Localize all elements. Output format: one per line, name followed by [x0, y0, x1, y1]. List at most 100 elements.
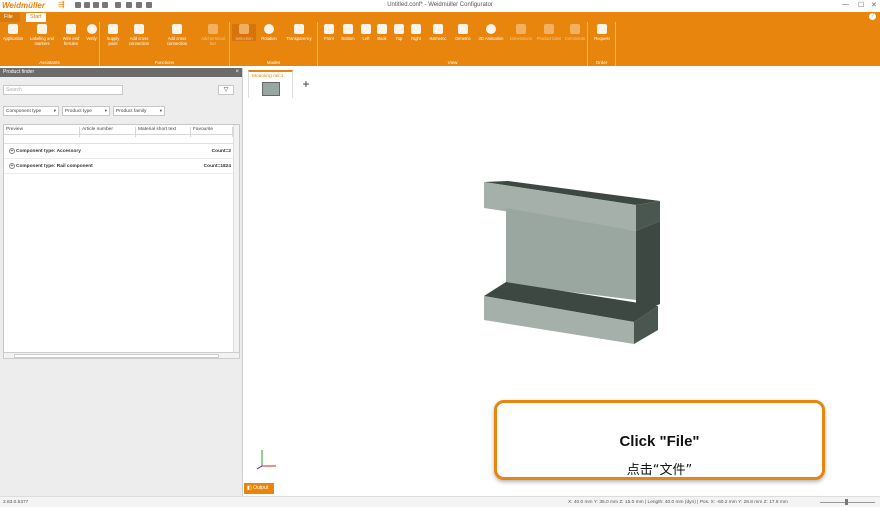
expand-icon[interactable]: +	[9, 148, 15, 154]
wand-icon	[8, 24, 18, 34]
rotation-mode-button[interactable]: Rotation	[258, 24, 280, 41]
view-front-button[interactable]: Front	[320, 24, 338, 41]
tutorial-callout: Click "File" 点击“文件”	[494, 400, 825, 480]
label-icon	[544, 24, 554, 34]
scroll-thumb[interactable]	[14, 354, 219, 358]
add-cross-connection-button[interactable]: Add cross connection	[124, 24, 154, 46]
panel-close-icon[interactable]: ×	[235, 69, 239, 75]
cursor-icon	[239, 24, 249, 34]
table-row[interactable]: + Component type: Accessory Count=2	[4, 144, 239, 159]
title-bar: Weidmüller ⇶ Untitled.conf* - Weidmüller…	[0, 0, 880, 12]
expand-icon[interactable]: +	[9, 163, 15, 169]
help-icon[interactable]: ?	[869, 13, 876, 20]
add-terminal-bar-button[interactable]: Add terminal bar	[198, 24, 228, 46]
callout-text-zh: 点击“文件”	[626, 463, 693, 478]
add-tab-icon[interactable]: +	[300, 78, 312, 90]
product-finder-panel: Product finder × Search ▽ Component type…	[0, 68, 243, 496]
search-input[interactable]: Search	[3, 85, 123, 95]
close-icon[interactable]: ✕	[871, 1, 877, 9]
dimensions-icon	[516, 24, 526, 34]
status-bar: 2.83.0.5377 X: 40.0 mm Y: 35.0 mm Z: 15.…	[0, 496, 880, 507]
product-label-button[interactable]: Product label	[536, 24, 562, 41]
cube-top-icon	[394, 24, 404, 34]
3d-animation-button[interactable]: 3D Animation	[478, 24, 504, 41]
cube-left-icon	[361, 24, 371, 34]
wire-end-ferrules-button[interactable]: Wire end ferrules	[59, 24, 83, 46]
cube-iso-icon	[433, 24, 443, 34]
vertical-scrollbar[interactable]	[233, 125, 239, 353]
view-bottom-button[interactable]: Bottom	[338, 24, 358, 41]
verify-button[interactable]: Verify	[84, 24, 99, 41]
product-type-dropdown[interactable]: Product type ▾	[62, 106, 110, 116]
selection-mode-button[interactable]: Selection	[232, 24, 256, 41]
cube-bottom-icon	[343, 24, 353, 34]
view-top-button[interactable]: Top	[391, 24, 407, 41]
coordinates-text: X: 40.0 mm Y: 35.0 mm Z: 15.0 mm | Lengt…	[568, 500, 788, 505]
cube-right-icon	[411, 24, 421, 34]
col-material-short-text[interactable]: Material short text	[136, 127, 191, 137]
ferrule-icon	[66, 24, 76, 34]
view-dimetric-button[interactable]: Dimetric	[451, 24, 475, 41]
ribbon: Application Labeling and markers Wire en…	[0, 22, 880, 66]
comments-button[interactable]: Comments	[562, 24, 588, 41]
dimensions-button[interactable]: Dimensions	[506, 24, 536, 41]
application-button[interactable]: Application	[2, 24, 24, 41]
output-tab[interactable]: ◧ Output	[244, 483, 274, 494]
connector-icon	[172, 24, 182, 34]
view-back-button[interactable]: Back	[374, 24, 390, 41]
ribbon-group-assistants: Application Labeling and markers Wire en…	[0, 22, 100, 66]
animation-icon	[486, 24, 496, 34]
chevron-down-icon: ▾	[53, 108, 56, 113]
col-article-number[interactable]: Article number	[80, 127, 136, 137]
table-row[interactable]: + Component type: Rail component Count=1…	[4, 159, 239, 174]
ribbon-group-functions: Supply point Add cross connection Add cr…	[100, 22, 230, 66]
check-icon	[86, 24, 97, 34]
request-button[interactable]: Request	[591, 24, 613, 41]
chevron-down-icon: ▾	[104, 108, 107, 113]
filter-icon[interactable]: ▽	[218, 85, 234, 95]
panel-title: Product finder	[3, 69, 35, 75]
cube-front-icon	[324, 24, 334, 34]
col-favourite[interactable]: Favourite	[191, 127, 233, 137]
ribbon-group-order: Request Order	[588, 22, 616, 66]
minimize-icon[interactable]: —	[842, 1, 849, 8]
view-left-button[interactable]: Left	[358, 24, 374, 41]
ribbon-tab-row: File Start ?	[0, 12, 880, 22]
rotate-icon	[264, 24, 274, 34]
transparency-icon	[294, 24, 304, 34]
grid-header: Preview Article number Material short te…	[4, 125, 239, 137]
chevron-down-icon: ▾	[159, 108, 162, 113]
view-right-button[interactable]: Right	[407, 24, 425, 41]
cube-dimetric-icon	[458, 24, 468, 34]
horizontal-scrollbar[interactable]	[3, 352, 240, 359]
supply-icon	[108, 24, 118, 34]
cube-back-icon	[377, 24, 387, 34]
axis-gizmo-icon	[256, 450, 276, 470]
ribbon-group-modes: Selection Rotation Transparency Modes	[230, 22, 318, 66]
component-type-dropdown[interactable]: Component type ▾	[3, 106, 59, 116]
cart-icon	[597, 24, 607, 34]
maximize-icon[interactable]: ☐	[858, 1, 864, 9]
terminal-bar-icon	[208, 24, 218, 34]
panel-header: Product finder ×	[0, 68, 242, 77]
labeling-button[interactable]: Labeling and markers	[27, 24, 57, 46]
rail-thumbnail	[262, 82, 280, 96]
product-grid: Preview Article number Material short te…	[3, 124, 240, 354]
zoom-slider-handle[interactable]	[845, 499, 848, 505]
ribbon-group-view: Front Bottom Left Back Top Right Isometr…	[318, 22, 588, 66]
version-text: 2.83.0.5377	[3, 500, 29, 505]
view-isometric-button[interactable]: Isometric	[425, 24, 451, 41]
tab-start[interactable]: Start	[26, 13, 46, 22]
web-side	[636, 221, 660, 314]
tab-mounting-rail[interactable]: Mounting rail 1	[248, 70, 293, 98]
transparency-button[interactable]: Transparency	[282, 24, 316, 41]
comment-icon	[570, 24, 580, 34]
add-cross-connection-2-button[interactable]: Add cross connection	[160, 24, 194, 46]
cross-connection-icon	[134, 24, 144, 34]
marker-icon	[37, 24, 47, 34]
supply-point-button[interactable]: Supply point	[103, 24, 123, 46]
col-preview[interactable]: Preview	[4, 127, 80, 137]
window-title: Untitled.conf* - Weidmüller Configurator	[387, 2, 493, 8]
product-family-dropdown[interactable]: Product family ▾	[113, 106, 165, 116]
tab-file[interactable]: File	[0, 13, 20, 22]
